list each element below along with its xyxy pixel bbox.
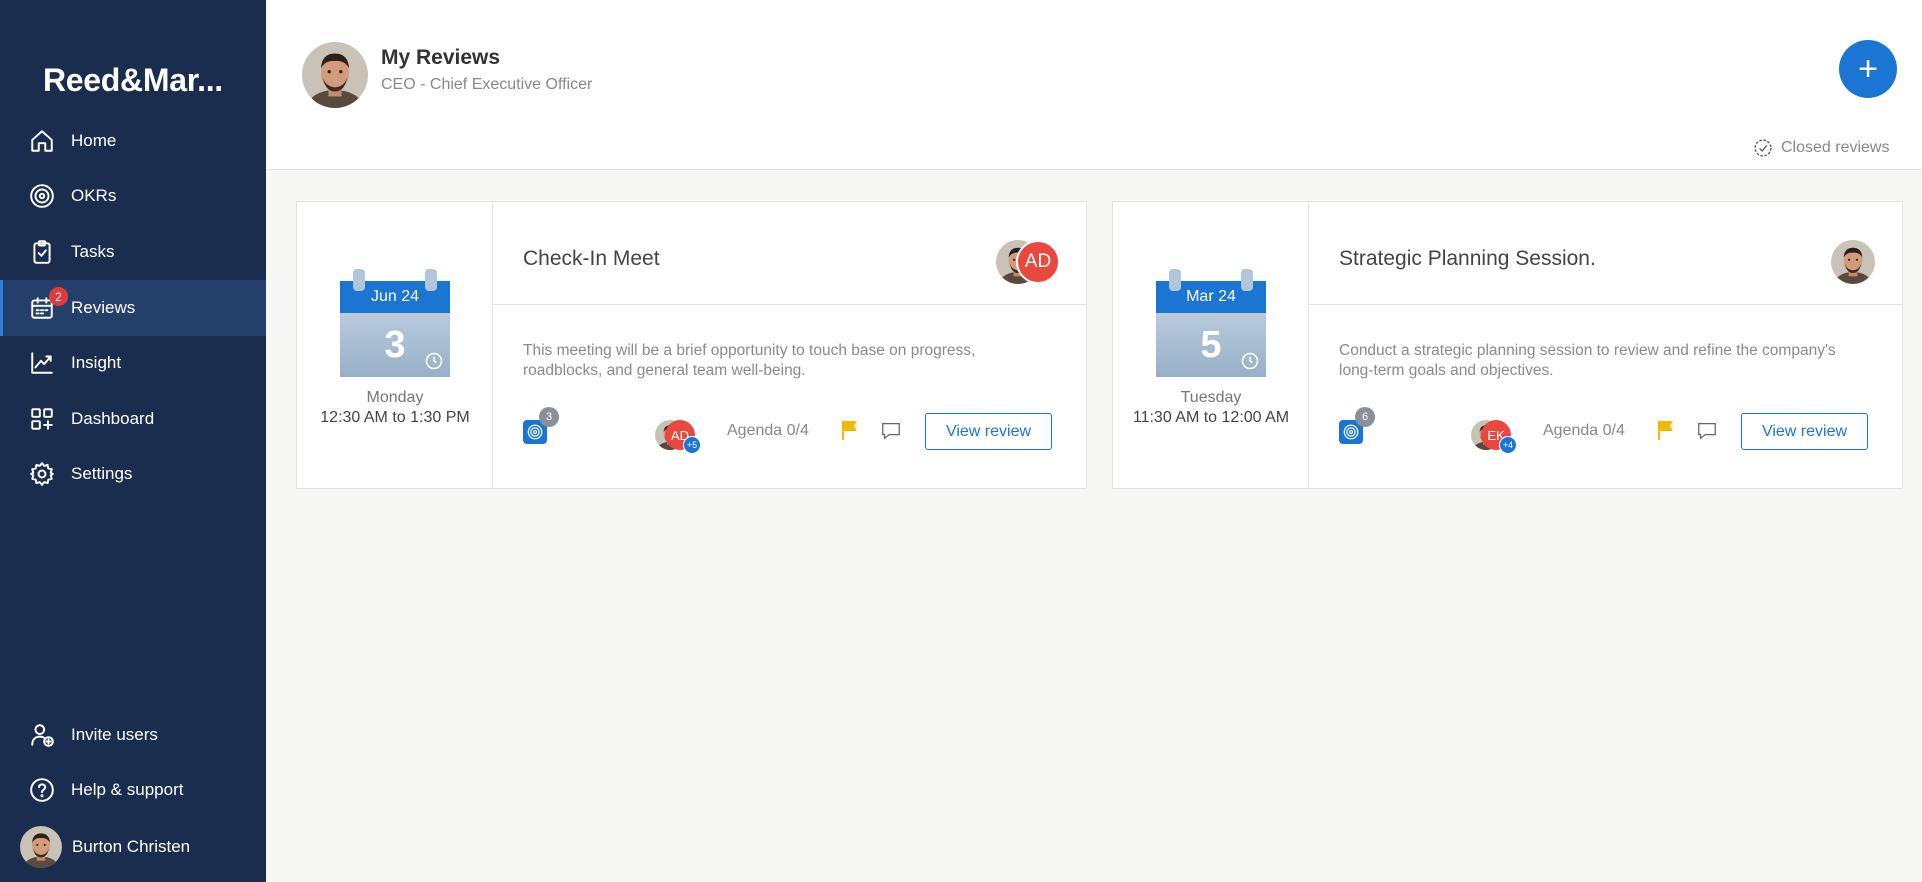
agenda-progress: Agenda 0/4: [1543, 422, 1625, 439]
calendar-ring: [425, 269, 437, 291]
review-weekday: Monday: [366, 389, 424, 406]
page-subtitle: CEO - Chief Executive Officer: [381, 76, 593, 93]
current-user[interactable]: Burton Christen: [0, 826, 266, 868]
sidebar-item-help[interactable]: Help & support: [0, 762, 266, 818]
calendar-icon: 2: [29, 287, 68, 321]
sidebar-item-label: Dashboard: [71, 409, 155, 428]
avatar: [1831, 240, 1875, 284]
avatar: [302, 42, 368, 108]
flag-icon[interactable]: [1656, 419, 1676, 441]
calendar-day-number: 3: [384, 323, 406, 366]
chart-line-icon: [29, 350, 55, 376]
calendar-day-number: 5: [1200, 323, 1222, 366]
divider: [1309, 304, 1902, 305]
view-review-button[interactable]: View review: [1741, 413, 1868, 450]
sidebar-item-tasks[interactable]: Tasks: [0, 224, 266, 280]
sidebar-item-label: OKRs: [71, 186, 117, 205]
sidebar-item-home[interactable]: Home: [0, 113, 266, 169]
review-date-panel: Jun 24 3 Monday 12:30 AM to 1:30 PM: [297, 202, 493, 488]
review-description: Conduct a strategic planning session to …: [1339, 342, 1836, 379]
sidebar-item-okrs[interactable]: OKRs: [0, 168, 266, 224]
view-review-button[interactable]: View review: [925, 413, 1052, 450]
gear-icon: [29, 461, 55, 487]
home-icon: [29, 128, 55, 154]
sidebar-item-label: Settings: [71, 464, 133, 483]
sidebar-item-label: Insight: [71, 353, 122, 372]
clock-icon: [1240, 351, 1260, 371]
comment-icon[interactable]: [1696, 420, 1718, 442]
sidebar-item-settings[interactable]: Settings: [0, 446, 266, 502]
participant-more-badge: +5: [683, 436, 701, 454]
help-circle-icon: [29, 777, 55, 803]
sidebar-item-label: Reviews: [71, 298, 136, 317]
avatar-initials: AD: [1016, 240, 1060, 284]
okr-count-badge: 6: [1355, 407, 1375, 427]
check-circle-icon: [1754, 139, 1772, 157]
closed-reviews-label: Closed reviews: [1781, 139, 1890, 156]
calendar-icon: Mar 24 5: [1156, 269, 1266, 377]
comment-icon[interactable]: [880, 420, 902, 442]
clipboard-icon: [29, 239, 55, 265]
okr-count-badge: 3: [539, 407, 559, 427]
agenda-progress: Agenda 0/4: [727, 422, 809, 439]
divider: [493, 304, 1086, 305]
review-title[interactable]: Strategic Planning Session.: [1339, 247, 1596, 271]
review-description: This meeting will be a brief opportunity…: [523, 342, 976, 379]
calendar-ring: [1169, 269, 1181, 291]
avatar: [20, 826, 62, 868]
sidebar-item-reviews[interactable]: 2 Reviews: [0, 280, 266, 336]
user-name: Burton Christen: [72, 837, 191, 856]
sidebar-item-label: Home: [71, 131, 117, 150]
user-plus-icon: [29, 722, 55, 748]
page-header: My Reviews CEO - Chief Executive Officer…: [266, 0, 1922, 170]
review-card: Mar 24 5 Tuesday 11:30 AM to 12:00 AM St…: [1112, 201, 1903, 489]
sidebar-item-label: Invite users: [71, 725, 158, 744]
review-time: 11:30 AM to 12:00 AM: [1132, 409, 1290, 426]
review-card: Jun 24 3 Monday 12:30 AM to 1:30 PM Chec…: [296, 201, 1087, 489]
sidebar-item-dashboard[interactable]: Dashboard: [0, 391, 266, 447]
closed-reviews-link[interactable]: Closed reviews: [1753, 138, 1889, 158]
page-title: My Reviews: [381, 46, 501, 69]
sidebar-item-label: Help & support: [71, 780, 184, 799]
calendar-icon: Jun 24 3: [340, 269, 450, 377]
sidebar: Reed&Mar... Home OKRs Tasks 2 Reviews In…: [0, 0, 266, 882]
review-title[interactable]: Check-In Meet: [523, 247, 660, 271]
sidebar-item-invite-users[interactable]: Invite users: [0, 707, 266, 763]
add-review-button[interactable]: +: [1839, 40, 1897, 98]
brand-name[interactable]: Reed&Mar...: [43, 62, 223, 99]
clock-icon: [424, 351, 444, 371]
target-icon: [29, 183, 55, 209]
dashboard-grid-icon: [29, 406, 55, 432]
sidebar-item-insight[interactable]: Insight: [0, 335, 266, 391]
review-weekday: Tuesday: [1180, 389, 1242, 406]
calendar-ring: [353, 269, 365, 291]
review-time: 12:30 AM to 1:30 PM: [320, 409, 470, 426]
flag-icon[interactable]: [840, 419, 860, 441]
calendar-ring: [1241, 269, 1253, 291]
reviews-badge: 2: [49, 287, 68, 306]
participant-more-badge: +4: [1499, 436, 1517, 454]
review-date-panel: Mar 24 5 Tuesday 11:30 AM to 12:00 AM: [1113, 202, 1309, 488]
sidebar-item-label: Tasks: [71, 242, 115, 261]
